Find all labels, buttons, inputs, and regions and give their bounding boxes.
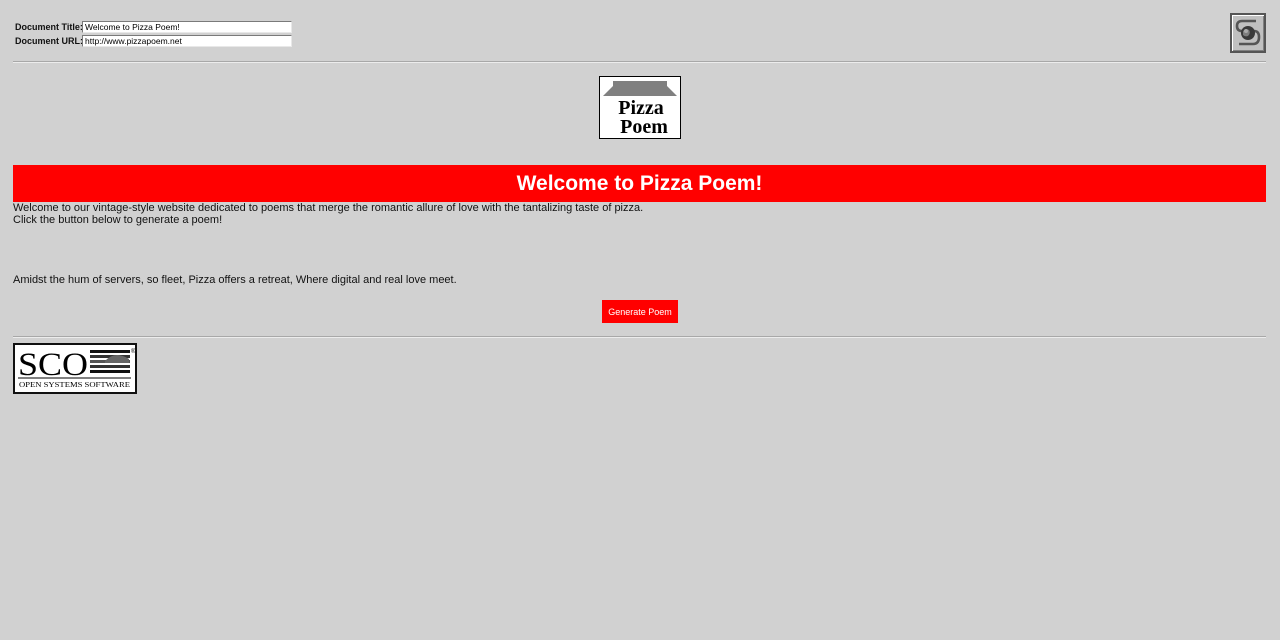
logo-line2: Poem [620, 116, 668, 138]
bottom-divider [13, 336, 1266, 338]
document-fields: Document Title: Document URL: [15, 20, 292, 48]
document-title-row: Document Title: [15, 20, 292, 34]
generate-poem-button[interactable]: Generate Poem [602, 300, 678, 323]
document-title-input[interactable] [82, 21, 292, 33]
sco-tagline: OPEN SYSTEMS SOFTWARE [19, 380, 130, 389]
top-divider [13, 61, 1266, 63]
sco-registered-mark: ® [131, 348, 135, 355]
intro-line-1: Welcome to our vintage-style website ded… [13, 202, 644, 214]
document-title-label: Document Title: [15, 22, 83, 32]
generated-poem: Amidst the hum of servers, so fleet, Piz… [13, 274, 457, 286]
welcome-heading: Welcome to Pizza Poem! [516, 171, 763, 195]
document-url-input[interactable] [82, 35, 292, 47]
globe-navigation-button[interactable] [1230, 13, 1266, 53]
intro-text: Welcome to our vintage-style website ded… [13, 202, 643, 226]
globe-navigation-icon [1235, 19, 1261, 46]
document-url-row: Document URL: [15, 34, 292, 48]
welcome-banner: Welcome to Pizza Poem! [13, 165, 1266, 202]
document-url-label: Document URL: [15, 36, 83, 46]
pizza-poem-logo: Pizza Poem [599, 76, 681, 139]
intro-line-2: Click the button below to generate a poe… [13, 214, 223, 226]
page: Document Title: Document URL: Pizza Poem… [0, 0, 1280, 640]
sco-badge: SCO ® OPEN SYSTEMS SOFTWARE [13, 343, 137, 394]
logo-roof-shape [603, 81, 677, 96]
sco-sunset-graphic [90, 350, 130, 373]
